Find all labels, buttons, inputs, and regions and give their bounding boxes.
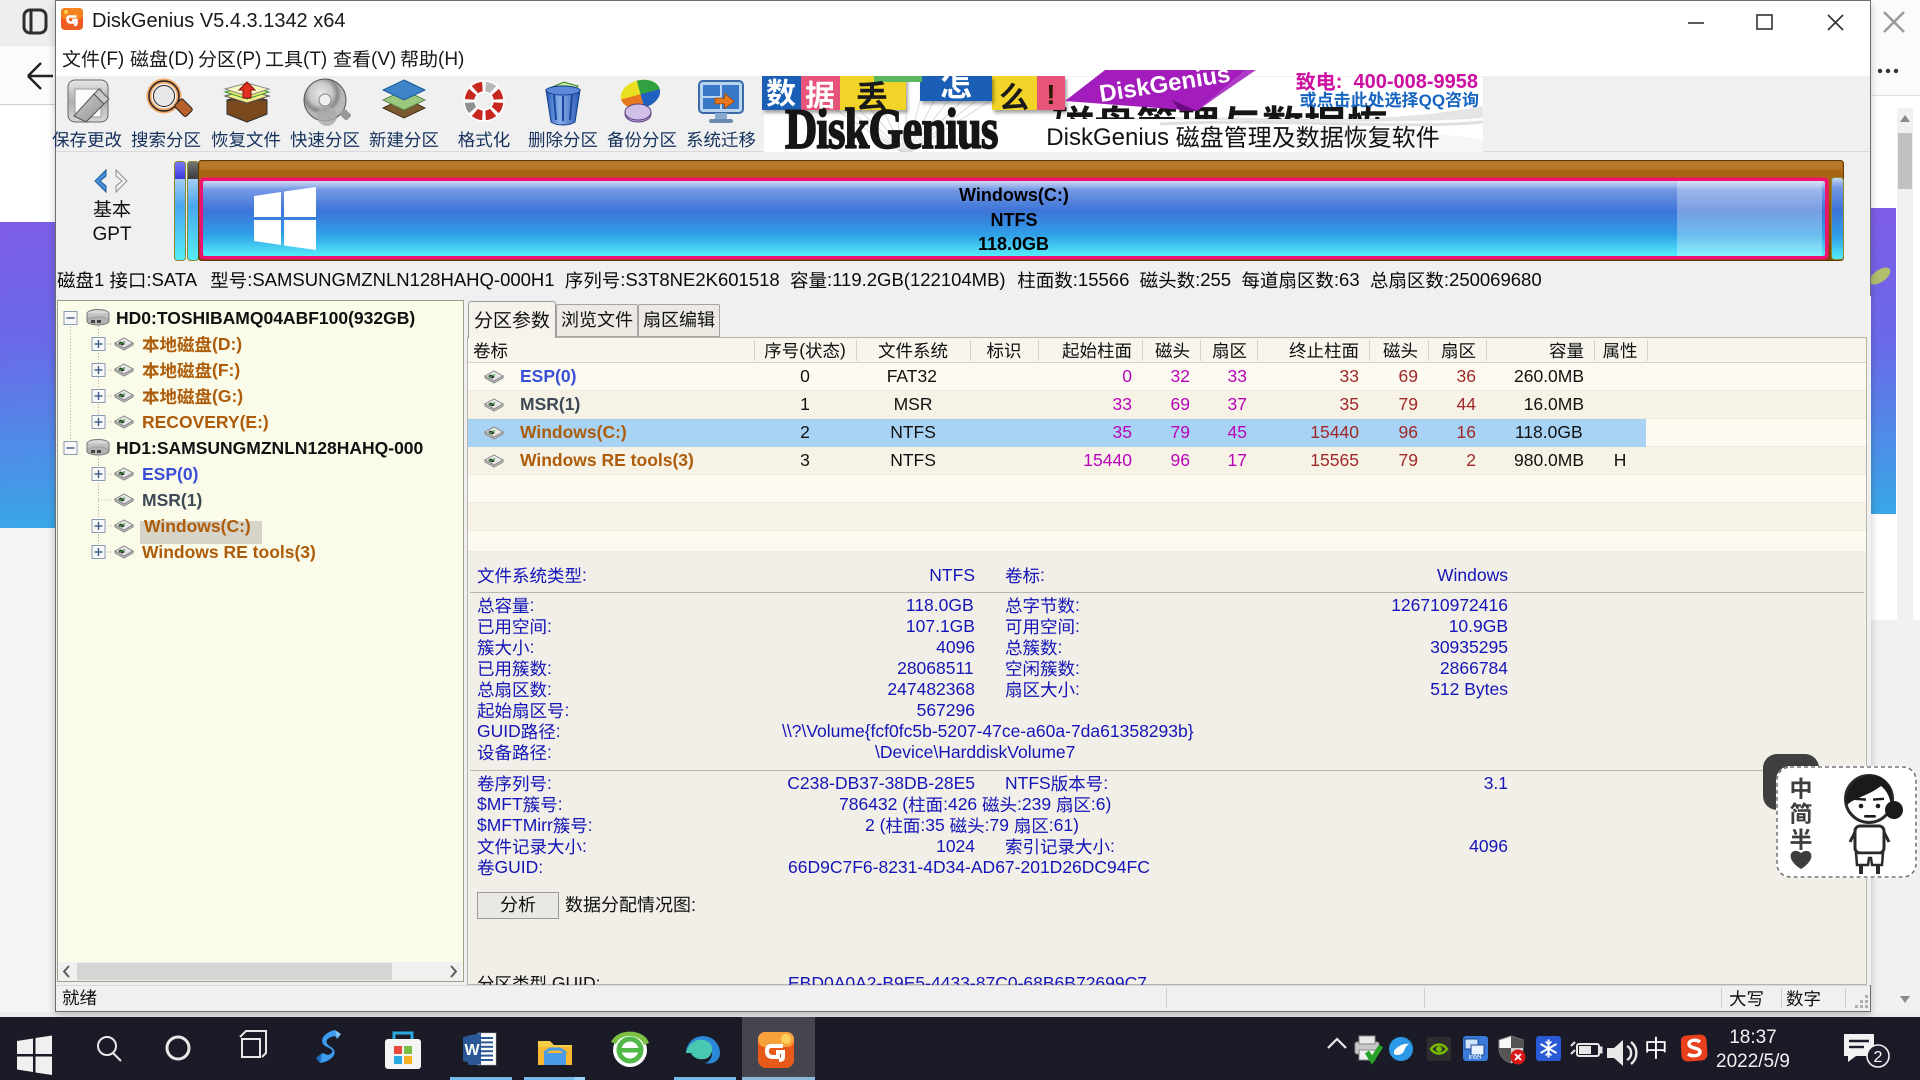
- svg-text:intel: intel: [1469, 1054, 1482, 1061]
- svg-text:2: 2: [1874, 1049, 1883, 1066]
- svg-text:W: W: [464, 1042, 480, 1059]
